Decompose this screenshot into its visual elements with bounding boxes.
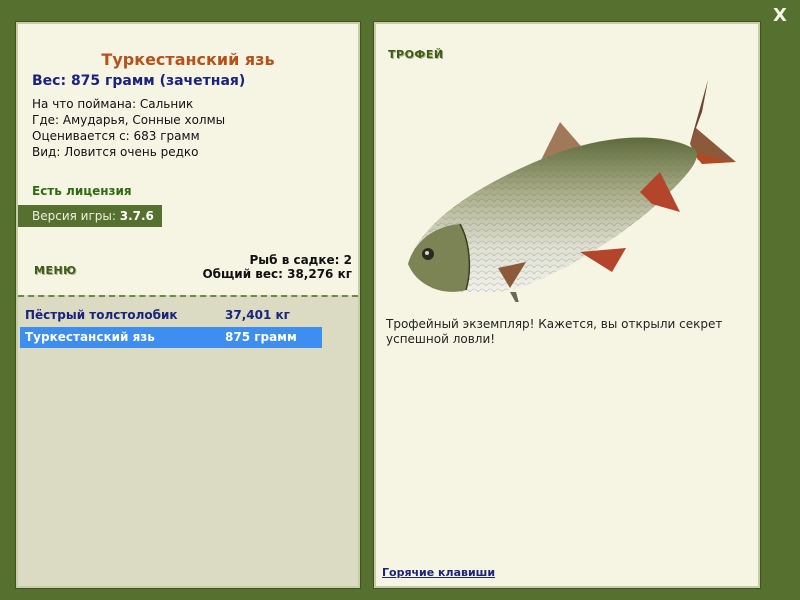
fish-detail-location: Где: Амударья, Сонные холмы bbox=[32, 113, 226, 127]
keepnet-stats: Рыб в садке: 2 Общий вес: 38,276 кг bbox=[202, 253, 352, 281]
menu-button[interactable]: МЕНЮ bbox=[34, 264, 77, 277]
fish-image bbox=[408, 80, 736, 302]
fish-info-panel: Туркестанский язь Вес: 875 грамм (зачетн… bbox=[15, 21, 361, 589]
fish-details: На что поймана: Сальник Где: Амударья, С… bbox=[32, 96, 225, 160]
fish-detail-min-weight: Оценивается с: 683 грамм bbox=[32, 129, 200, 143]
catch-list: Пёстрый толстолобик 37,401 кг Туркестанс… bbox=[18, 295, 358, 586]
catch-list-item-selected[interactable]: Туркестанский язь 875 грамм bbox=[20, 327, 322, 348]
catch-list-item[interactable]: Пёстрый толстолобик 37,401 кг bbox=[20, 305, 322, 326]
version-label: Версия игры: bbox=[32, 209, 116, 223]
catch-weight: 37,401 кг bbox=[225, 308, 290, 322]
version-value: 3.7.6 bbox=[119, 209, 154, 223]
fish-detail-rarity: Вид: Ловится очень редко bbox=[32, 145, 199, 159]
game-version: Версия игры: 3.7.6 bbox=[18, 205, 162, 227]
fish-detail-bait: На что поймана: Сальник bbox=[32, 97, 194, 111]
catch-weight: 875 грамм bbox=[225, 330, 297, 344]
keepnet-count: Рыб в садке: 2 bbox=[249, 253, 353, 267]
catch-name: Туркестанский язь bbox=[25, 330, 155, 344]
trophy-description: Трофейный экземпляр! Кажется, вы открыли… bbox=[386, 317, 723, 346]
catch-name: Пёстрый толстолобик bbox=[25, 308, 178, 322]
trophy-panel: ТРОФЕЙ Трофейный экземпляр! Кажется, вы … bbox=[373, 21, 761, 589]
fish-title: Туркестанский язь bbox=[101, 50, 275, 69]
license-status: Есть лицензия bbox=[32, 184, 132, 198]
fish-weight: Вес: 875 грамм (зачетная) bbox=[32, 73, 246, 89]
close-button[interactable]: X bbox=[770, 6, 790, 26]
keepnet-total-weight: Общий вес: 38,276 кг bbox=[202, 267, 352, 281]
hotkeys-link[interactable]: Горячие клавиши bbox=[382, 566, 495, 579]
